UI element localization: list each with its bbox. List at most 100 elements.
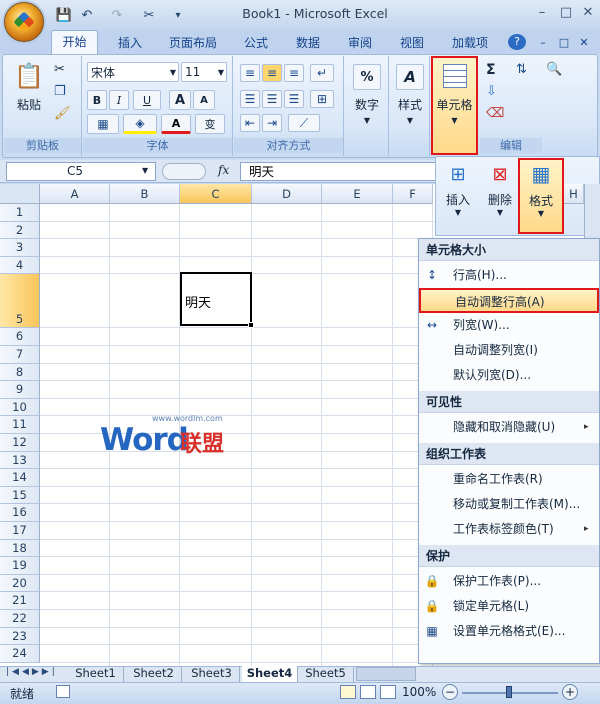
font-name-select[interactable]: 宋体 ▼ (87, 62, 179, 82)
menu-item-0-1[interactable]: 自动调整行高(A) (419, 288, 599, 313)
save-icon[interactable]: 💾 (54, 5, 74, 25)
row-header-9[interactable]: 9 (0, 381, 40, 399)
sheet-tab-3[interactable]: Sheet3 (184, 666, 240, 682)
page-layout-view-icon[interactable] (360, 685, 376, 699)
autosum-icon[interactable]: Σ (486, 62, 496, 78)
row-header-11[interactable]: 11 (0, 416, 40, 434)
page-break-view-icon[interactable] (380, 685, 396, 699)
styles-icon[interactable]: A (396, 64, 424, 90)
copy-icon[interactable]: ❐ (54, 84, 66, 99)
tab-home[interactable]: 开始 (51, 30, 98, 55)
menu-item-0-3[interactable]: 自动调整列宽(I) (419, 338, 599, 363)
sheet-tab-5[interactable]: Sheet5 (298, 666, 354, 682)
row-header-6[interactable]: 6 (0, 328, 40, 346)
decrease-indent-button[interactable]: ⇤ (240, 114, 260, 132)
col-header-c[interactable]: C (180, 184, 252, 204)
zoom-slider-thumb[interactable] (506, 686, 512, 698)
col-header-f[interactable]: F (393, 184, 433, 204)
menu-item-1-0[interactable]: 隐藏和取消隐藏(U) (419, 415, 599, 440)
zoom-out-button[interactable]: − (442, 684, 458, 700)
align-middle-button[interactable]: ≡ (262, 64, 282, 82)
tab-formulas[interactable]: 公式 (236, 32, 276, 54)
row-header-1[interactable]: 1 (0, 204, 40, 222)
styles-button[interactable]: 样式 (390, 96, 430, 113)
merge-center-button[interactable]: ⊞ (310, 90, 334, 108)
row-header-3[interactable]: 3 (0, 239, 40, 257)
find-select-icon[interactable]: 🔍 (546, 62, 562, 77)
row-header-14[interactable]: 14 (0, 469, 40, 487)
phonetic-button[interactable]: 变 (195, 114, 225, 134)
percent-icon[interactable]: % (353, 64, 381, 90)
insert-function-icon[interactable]: fx (218, 163, 229, 177)
menu-item-3-1[interactable]: 锁定单元格(L) (419, 594, 599, 619)
align-left-button[interactable]: ☰ (240, 90, 260, 108)
zoom-in-button[interactable]: + (562, 684, 578, 700)
sheet-tab-1[interactable]: Sheet1 (68, 666, 124, 682)
cut-icon[interactable]: ✂ (54, 62, 65, 77)
col-header-b[interactable]: B (110, 184, 180, 204)
tab-page-layout[interactable]: 页面布局 (162, 32, 224, 54)
row-header-24[interactable]: 24 (0, 645, 40, 663)
align-right-button[interactable]: ☰ (284, 90, 304, 108)
zoom-level[interactable]: 100% (402, 685, 436, 699)
tab-review[interactable]: 审阅 (340, 32, 380, 54)
row-header-19[interactable]: 19 (0, 557, 40, 575)
redo-icon[interactable]: ↷ (108, 5, 126, 25)
select-all-button[interactable] (0, 184, 40, 204)
close-button[interactable]: ✕ (576, 3, 600, 23)
wrap-text-button[interactable]: ↵ (310, 64, 334, 82)
delete-cells-button[interactable]: ⊠ 删除 ▼ (482, 160, 518, 230)
row-header-22[interactable]: 22 (0, 610, 40, 628)
underline-button[interactable]: U (133, 90, 161, 110)
row-header-15[interactable]: 15 (0, 486, 40, 505)
bold-button[interactable]: B (87, 90, 107, 110)
active-cell-c5[interactable]: 明天 (180, 272, 252, 326)
sort-filter-icon[interactable]: ⇅ (516, 62, 527, 77)
undo-icon[interactable]: ↶ (78, 5, 96, 25)
align-bottom-button[interactable]: ≡ (284, 64, 304, 82)
row-header-13[interactable]: 13 (0, 451, 40, 470)
menu-item-2-2[interactable]: 工作表标签颜色(T) (419, 517, 599, 542)
col-header-e[interactable]: E (322, 184, 393, 204)
horizontal-scrollbar[interactable] (356, 667, 416, 681)
font-color-button[interactable]: A (161, 114, 191, 134)
tab-addins[interactable]: 加载项 (444, 32, 496, 54)
row-header-5[interactable]: 5 (0, 274, 40, 329)
office-button[interactable] (4, 2, 44, 42)
normal-view-icon[interactable] (340, 685, 356, 699)
minimize-button[interactable]: – (530, 3, 554, 23)
row-header-7[interactable]: 7 (0, 346, 40, 364)
formula-bar-resize-handle[interactable] (162, 163, 206, 180)
fill-icon[interactable]: ⇩ (486, 84, 497, 99)
name-box-dropdown-icon[interactable]: ▼ (142, 166, 148, 175)
ribbon-min-icon[interactable]: – (535, 32, 551, 54)
menu-item-0-2[interactable]: 列宽(W)... (419, 313, 599, 338)
ribbon-restore-icon[interactable]: □ (556, 32, 572, 54)
menu-item-3-2[interactable]: 设置单元格格式(E)... (419, 619, 599, 644)
maximize-button[interactable]: □ (554, 3, 578, 23)
format-painter-icon[interactable]: 🖌 (54, 106, 71, 121)
col-header-d[interactable]: D (252, 184, 322, 204)
name-box[interactable]: C5 (6, 162, 156, 181)
col-header-h[interactable]: H (564, 184, 584, 204)
row-header-18[interactable]: 18 (0, 539, 40, 558)
sheet-tab-4[interactable]: Sheet4 (242, 666, 298, 682)
row-header-4[interactable]: 4 (0, 256, 40, 275)
tab-insert[interactable]: 插入 (110, 32, 150, 54)
row-header-23[interactable]: 23 (0, 627, 40, 646)
qat-customize-icon[interactable]: ▾ (172, 5, 184, 25)
sheet-nav-icons[interactable]: |◀◀▶▶| (6, 667, 58, 677)
grow-font-button[interactable]: A (169, 90, 191, 110)
row-header-21[interactable]: 21 (0, 592, 40, 610)
menu-item-0-0[interactable]: 行高(H)... (419, 263, 599, 288)
row-header-12[interactable]: 12 (0, 434, 40, 452)
tools-icon[interactable]: ✂ (140, 5, 158, 25)
menu-item-2-1[interactable]: 移动或复制工作表(M)... (419, 492, 599, 517)
help-icon[interactable]: ? (508, 34, 526, 50)
row-header-2[interactable]: 2 (0, 221, 40, 240)
ribbon-close-icon[interactable]: ✕ (576, 32, 592, 54)
font-size-select[interactable]: 11 ▼ (181, 62, 227, 82)
fill-handle[interactable] (248, 322, 254, 328)
macro-record-icon[interactable] (56, 685, 70, 698)
row-header-10[interactable]: 10 (0, 398, 40, 417)
